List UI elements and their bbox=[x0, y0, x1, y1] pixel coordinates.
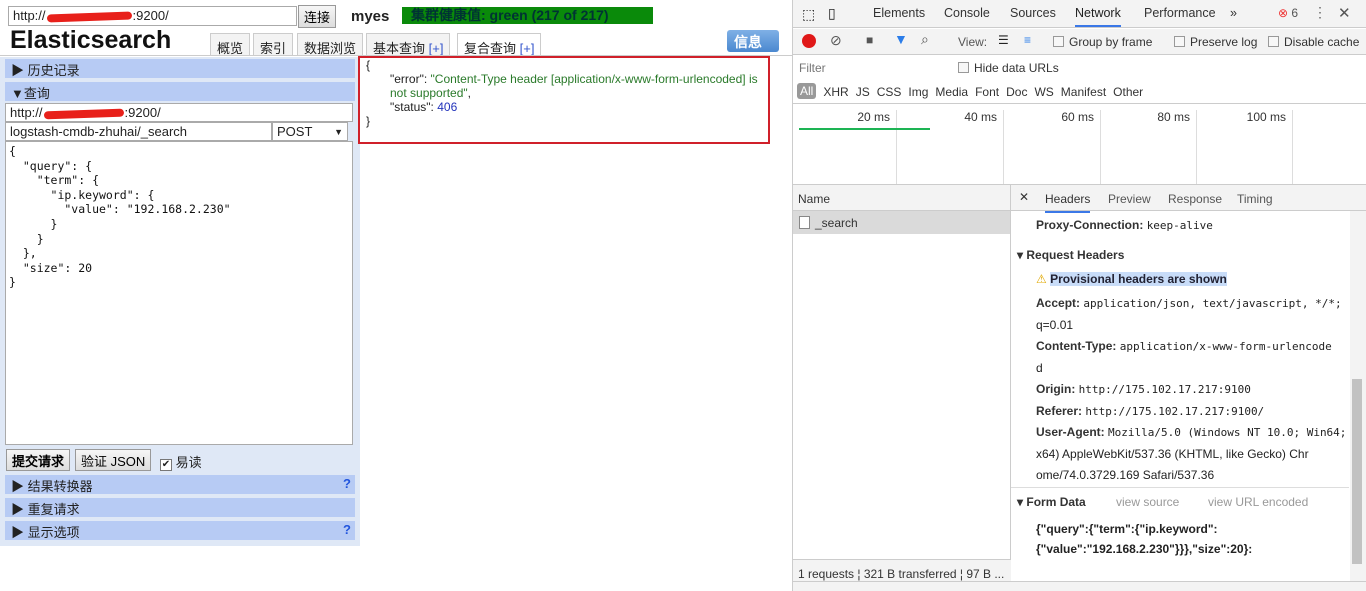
type-all[interactable]: All bbox=[797, 83, 817, 99]
tab-headers[interactable]: Headers bbox=[1045, 192, 1091, 213]
help-icon: ? bbox=[343, 476, 351, 491]
tab-console[interactable]: Console bbox=[944, 6, 990, 20]
timeline-tick: 60 ms bbox=[1004, 110, 1101, 184]
error-count[interactable]: ⊗ 6 bbox=[1278, 6, 1298, 20]
inspect-icon[interactable]: ⬚ bbox=[802, 6, 815, 23]
view-url-encoded-link[interactable]: view URL encoded bbox=[1208, 495, 1308, 509]
pretty-checkbox[interactable]: ✔ 易读 bbox=[160, 452, 202, 471]
error-message: "Content-Type header [application/x-www-… bbox=[390, 72, 758, 100]
tab-performance[interactable]: Performance bbox=[1144, 6, 1216, 20]
timeline-tick: 80 ms bbox=[1101, 110, 1197, 184]
divider bbox=[1011, 487, 1349, 488]
query-path-input[interactable]: logstash-cmdb-zhuhai/_search bbox=[5, 122, 272, 141]
history-section[interactable]: ▶ 历史记录 bbox=[5, 59, 355, 78]
connect-button[interactable]: 连接 bbox=[298, 5, 337, 28]
device-toolbar-icon[interactable]: ▯ bbox=[828, 5, 836, 22]
tab-response[interactable]: Response bbox=[1168, 192, 1222, 206]
list-view-icon[interactable]: ☰ bbox=[998, 33, 1009, 47]
tab-compound-query[interactable]: 复合查询 [+] bbox=[457, 33, 542, 57]
network-status-bar: 1 requests ¦ 321 B transferred ¦ 97 B ..… bbox=[793, 559, 1011, 581]
tab-browser[interactable]: 数据浏览 bbox=[297, 33, 364, 56]
help-icon: ? bbox=[343, 522, 351, 537]
tab-basic-query[interactable]: 基本查询 [+] bbox=[366, 33, 451, 56]
tab-network[interactable]: Network bbox=[1075, 6, 1121, 27]
result-output: { "error": "Content-Type header [applica… bbox=[358, 56, 770, 144]
type-img[interactable]: Img bbox=[908, 83, 928, 99]
request-row[interactable]: _search bbox=[793, 211, 1011, 234]
more-tabs-icon[interactable]: » bbox=[1230, 6, 1237, 20]
cluster-health-badge: 集群健康值: green (217 of 217) bbox=[402, 7, 653, 24]
url-text: :9200/ bbox=[132, 8, 169, 23]
display-options-section[interactable]: ▶ 显示选项? bbox=[5, 521, 355, 540]
filter-input[interactable] bbox=[796, 58, 959, 78]
query-section[interactable]: ▼查询 bbox=[5, 82, 355, 101]
provisional-warning: ⚠ Provisional headers are shown bbox=[1036, 272, 1227, 286]
query-url-input[interactable]: http://:9200/ bbox=[5, 103, 353, 122]
filter-icon[interactable]: ▼ bbox=[894, 31, 908, 47]
record-icon[interactable] bbox=[802, 34, 816, 48]
timeline-tick: 40 ms bbox=[898, 110, 1004, 184]
tab-overview[interactable]: 概览 bbox=[210, 33, 251, 56]
form-data-payload: {"query":{"term":{"ip.keyword": {"value":… bbox=[1036, 522, 1253, 556]
type-doc[interactable]: Doc bbox=[1006, 83, 1027, 99]
devtools-bottom-bar bbox=[793, 581, 1366, 591]
info-dropdown[interactable]: 信息 ▼ bbox=[727, 30, 779, 67]
hide-data-urls-checkbox[interactable]: Hide data URLs bbox=[958, 61, 1059, 75]
result-transformer-section[interactable]: ▶ 结果转换器? bbox=[5, 475, 355, 494]
tab-elements[interactable]: Elements bbox=[873, 6, 925, 20]
divider bbox=[1010, 185, 1011, 581]
menu-icon[interactable]: ⋮ bbox=[1313, 4, 1327, 21]
request-headers-section[interactable]: ▾ Request Headers bbox=[1017, 248, 1124, 262]
type-css[interactable]: CSS bbox=[877, 83, 902, 99]
scrollbar[interactable] bbox=[1350, 211, 1366, 581]
method-select[interactable]: POST ▼ bbox=[272, 122, 348, 141]
search-icon[interactable]: ⌕ bbox=[921, 31, 929, 48]
request-header-list: Accept: application/json, text/javascrip… bbox=[1036, 296, 1347, 482]
status-code: 406 bbox=[437, 100, 458, 114]
tab-sources[interactable]: Sources bbox=[1010, 6, 1056, 20]
resource-type-filters: All XHR JS CSS Img Media Font Doc WS Man… bbox=[797, 83, 1143, 99]
type-manifest[interactable]: Manifest bbox=[1061, 83, 1106, 99]
document-icon bbox=[799, 216, 810, 229]
close-detail-icon[interactable]: ✕ bbox=[1019, 190, 1029, 204]
type-js[interactable]: JS bbox=[856, 83, 870, 99]
disable-cache-checkbox[interactable]: Disable cache bbox=[1268, 35, 1359, 49]
type-other[interactable]: Other bbox=[1113, 83, 1143, 99]
network-overview[interactable]: 20 ms 40 ms 60 ms 80 ms 100 ms bbox=[793, 103, 1366, 185]
url-text: http:// bbox=[13, 8, 46, 23]
tab-indices[interactable]: 索引 bbox=[253, 33, 294, 56]
name-column-header[interactable]: Name bbox=[793, 185, 1011, 211]
clear-icon[interactable]: ⊘ bbox=[830, 32, 842, 49]
tab-preview[interactable]: Preview bbox=[1108, 192, 1151, 206]
cluster-name: myes bbox=[351, 8, 390, 25]
type-media[interactable]: Media bbox=[935, 83, 968, 99]
view-label: View: bbox=[958, 35, 988, 49]
repeat-request-section[interactable]: ▶ 重复请求 bbox=[5, 498, 355, 517]
validate-json-button[interactable]: 验证 JSON bbox=[75, 449, 152, 471]
group-by-frame-checkbox[interactable]: Group by frame bbox=[1053, 35, 1152, 49]
form-data-section[interactable]: ▾ Form Data bbox=[1017, 495, 1086, 509]
app-title: Elasticsearch bbox=[10, 26, 172, 54]
close-icon[interactable]: ✕ bbox=[1338, 4, 1351, 22]
timeline-tick: 100 ms bbox=[1197, 110, 1293, 184]
detail-tabbar: ✕ Headers Preview Response Timing bbox=[1011, 185, 1366, 213]
type-font[interactable]: Font bbox=[975, 83, 999, 99]
header-proxy-connection: Proxy-Connection: keep-alive bbox=[1036, 218, 1213, 232]
capture-screenshots-icon[interactable]: ■ bbox=[866, 33, 873, 47]
tab-timing[interactable]: Timing bbox=[1237, 192, 1273, 206]
preserve-log-checkbox[interactable]: Preserve log bbox=[1174, 35, 1257, 49]
timeline-tick: 20 ms bbox=[793, 110, 897, 184]
submit-request-button[interactable]: 提交请求 bbox=[6, 449, 71, 471]
cluster-url-input[interactable]: http:// :9200/ bbox=[8, 6, 297, 26]
type-ws[interactable]: WS bbox=[1034, 83, 1053, 99]
redaction bbox=[46, 11, 132, 23]
query-body-textarea[interactable]: { "query": { "term": { "ip.keyword": { "… bbox=[5, 141, 353, 445]
view-source-link[interactable]: view source bbox=[1116, 495, 1179, 509]
waterfall-view-icon[interactable]: ≡ bbox=[1024, 33, 1031, 47]
warning-icon: ⚠ bbox=[1036, 272, 1047, 286]
request-timing-bar bbox=[799, 128, 930, 130]
type-xhr[interactable]: XHR bbox=[823, 83, 848, 99]
